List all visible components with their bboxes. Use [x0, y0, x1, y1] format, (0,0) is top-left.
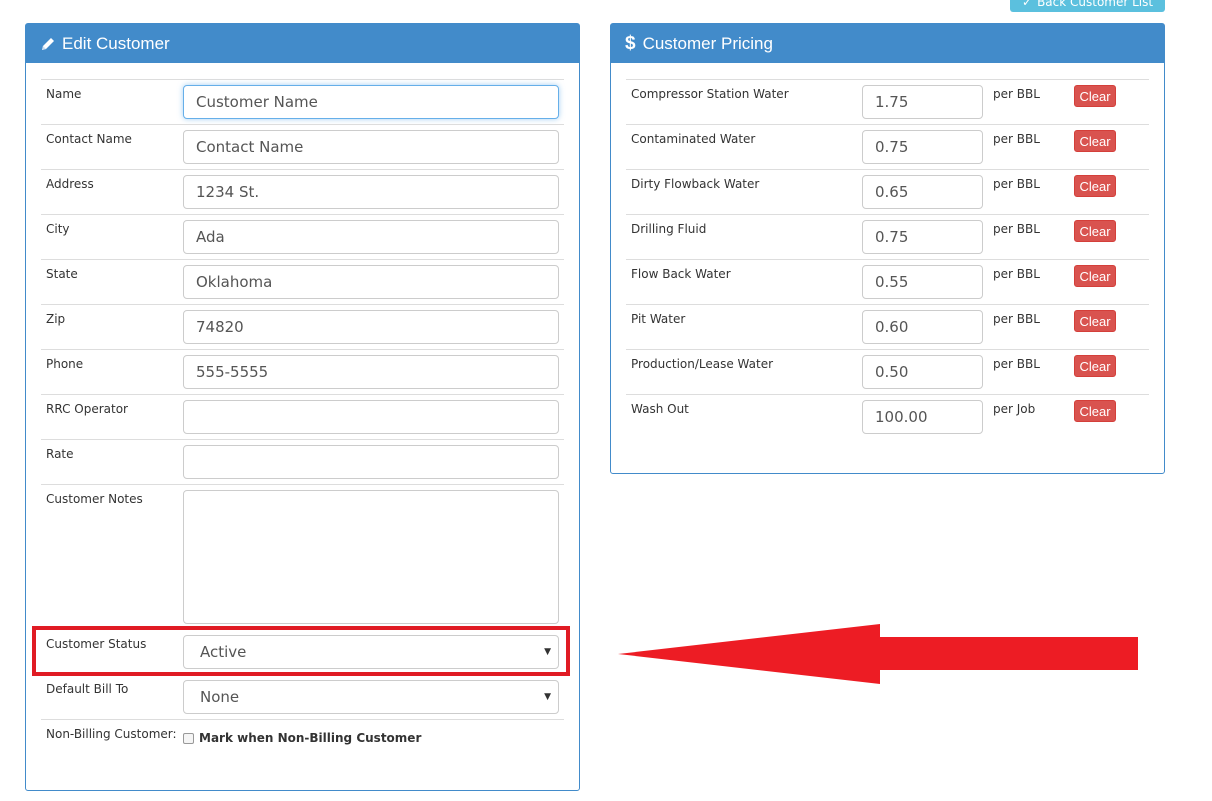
pricing-panel-heading: $ Customer Pricing: [611, 24, 1164, 63]
field-label: Zip: [46, 312, 66, 326]
price-input[interactable]: [862, 175, 983, 209]
city-input[interactable]: [183, 220, 559, 254]
pricing-row: Pit Water per BBL Clear: [626, 304, 1149, 349]
form-row-state: State: [41, 259, 564, 304]
unit-label: per BBL: [993, 222, 1040, 236]
pricing-row: Wash Out per Job Clear: [626, 394, 1149, 439]
field-label: State: [46, 267, 78, 281]
pricing-row: Dirty Flowback Water per BBL Clear: [626, 169, 1149, 214]
pricing-row: Production/Lease Water per BBL Clear: [626, 349, 1149, 394]
phone-input[interactable]: [183, 355, 559, 389]
checkbox-text: Mark when Non-Billing Customer: [199, 731, 422, 745]
customer-status-highlight-box: [32, 626, 570, 676]
field-label: Rate: [46, 447, 74, 461]
pricing-label: Production/Lease Water: [631, 357, 774, 371]
clear-button[interactable]: Clear: [1074, 265, 1116, 287]
state-input[interactable]: [183, 265, 559, 299]
select-value: None: [200, 688, 240, 706]
non-billing-checkbox[interactable]: [183, 732, 194, 744]
clear-button[interactable]: Clear: [1074, 175, 1116, 197]
field-label: City: [46, 222, 70, 236]
price-input[interactable]: [862, 355, 983, 389]
form-row-address: Address: [41, 169, 564, 214]
unit-label: per BBL: [993, 312, 1040, 326]
field-label: Name: [46, 87, 82, 101]
clear-button[interactable]: Clear: [1074, 310, 1116, 332]
price-input[interactable]: [862, 85, 983, 119]
pricing-label: Dirty Flowback Water: [631, 177, 760, 191]
field-label: Address: [46, 177, 94, 191]
form-row-contact-name: Contact Name: [41, 124, 564, 169]
pricing-label: Drilling Fluid: [631, 222, 707, 236]
unit-label: per BBL: [993, 177, 1040, 191]
field-label: RRC Operator: [46, 402, 128, 416]
rrc-operator-input[interactable]: [183, 400, 559, 434]
edit-panel-heading: Edit Customer: [26, 24, 579, 63]
form-row-default-bill-to: Default Bill To None ▼: [41, 674, 564, 719]
customer-pricing-panel: $ Customer Pricing Compressor Station Wa…: [610, 23, 1165, 474]
unit-label: per BBL: [993, 132, 1040, 146]
clear-button[interactable]: Clear: [1074, 400, 1116, 422]
pricing-label: Wash Out: [631, 402, 689, 416]
customer-notes-textarea[interactable]: [183, 490, 559, 624]
pencil-icon: [40, 36, 56, 52]
field-label: Phone: [46, 357, 84, 371]
field-label: Contact Name: [46, 132, 132, 146]
pricing-row: Drilling Fluid per BBL Clear: [626, 214, 1149, 259]
pricing-label: Compressor Station Water: [631, 87, 789, 101]
form-row-zip: Zip: [41, 304, 564, 349]
form-row-non-billing: Non-Billing Customer: Mark when Non-Bill…: [41, 719, 564, 764]
annotation-arrow-icon: [618, 624, 1138, 684]
contact-name-input[interactable]: [183, 130, 559, 164]
clear-button[interactable]: Clear: [1074, 130, 1116, 152]
clear-button[interactable]: Clear: [1074, 85, 1116, 107]
form-row-rate: Rate: [41, 439, 564, 484]
back-customer-list-button[interactable]: ✓ Back Customer List: [1010, 0, 1165, 12]
form-row-customer-notes: Customer Notes: [41, 484, 564, 629]
edit-panel-title: Edit Customer: [62, 33, 170, 53]
dollar-icon: $: [625, 32, 636, 54]
default-bill-to-select[interactable]: None ▼: [183, 680, 559, 714]
unit-label: per BBL: [993, 87, 1040, 101]
form-row-city: City: [41, 214, 564, 259]
unit-label: per BBL: [993, 267, 1040, 281]
unit-label: per Job: [993, 402, 1036, 416]
back-button-label: Back Customer List: [1037, 0, 1154, 9]
clear-button[interactable]: Clear: [1074, 220, 1116, 242]
price-input[interactable]: [862, 400, 983, 434]
rate-input[interactable]: [183, 445, 559, 479]
pricing-row: Compressor Station Water per BBL Clear: [626, 79, 1149, 124]
price-input[interactable]: [862, 220, 983, 254]
form-row-phone: Phone: [41, 349, 564, 394]
check-icon: ✓: [1022, 0, 1033, 9]
unit-label: per BBL: [993, 357, 1040, 371]
field-label: Default Bill To: [46, 682, 129, 696]
price-input[interactable]: [862, 265, 983, 299]
pricing-row: Contaminated Water per BBL Clear: [626, 124, 1149, 169]
form-row-rrc-operator: RRC Operator: [41, 394, 564, 439]
price-input[interactable]: [862, 310, 983, 344]
address-input[interactable]: [183, 175, 559, 209]
pricing-row: Flow Back Water per BBL Clear: [626, 259, 1149, 304]
form-row-name: Name: [41, 79, 564, 124]
zip-input[interactable]: [183, 310, 559, 344]
pricing-label: Pit Water: [631, 312, 686, 326]
non-billing-checkbox-label[interactable]: Mark when Non-Billing Customer: [183, 731, 421, 745]
price-input[interactable]: [862, 130, 983, 164]
pricing-panel-title: Customer Pricing: [642, 33, 773, 53]
field-label: Non-Billing Customer:: [46, 727, 177, 741]
name-input[interactable]: [183, 85, 559, 119]
clear-button[interactable]: Clear: [1074, 355, 1116, 377]
pricing-label: Contaminated Water: [631, 132, 756, 146]
field-label: Customer Notes: [46, 492, 143, 506]
pricing-label: Flow Back Water: [631, 267, 731, 281]
caret-down-icon: ▼: [544, 692, 551, 702]
